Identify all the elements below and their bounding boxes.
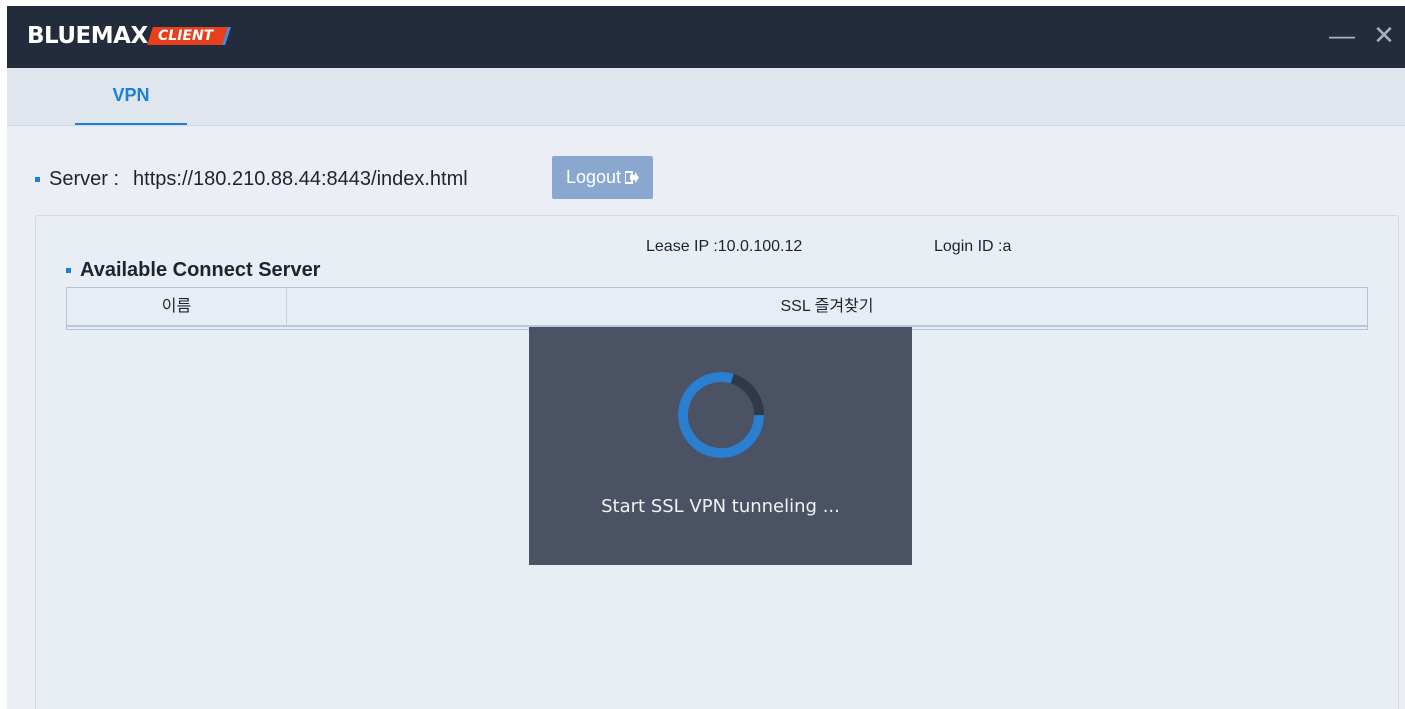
app-logo: BLUEMAX CLIENT xyxy=(27,20,231,52)
logo-badge: CLIENT xyxy=(146,27,231,45)
tab-vpn[interactable]: VPN xyxy=(75,68,187,125)
minimize-button[interactable]: — xyxy=(1327,20,1357,50)
logo-badge-text: CLIENT xyxy=(157,28,213,44)
lease-ip: Lease IP :10.0.100.12 xyxy=(646,238,803,255)
tunneling-progress-overlay: Start SSL VPN tunneling ... xyxy=(529,327,912,565)
server-table: 이름 SSL 즐겨찾기 xyxy=(66,287,1368,330)
server-row: Server : https://180.210.88.44:8443/inde… xyxy=(35,166,468,192)
available-connect-server-title: Available Connect Server xyxy=(66,259,320,282)
login-id: Login ID :a xyxy=(934,238,1012,255)
logout-label: Logout xyxy=(565,167,622,187)
loading-spinner-icon xyxy=(678,372,764,458)
panel-title: Available Connect Server xyxy=(80,259,321,281)
tunneling-message: Start SSL VPN tunneling ... xyxy=(601,496,840,517)
logo-text: BLUEMAX xyxy=(27,23,148,49)
close-button[interactable]: ✕ xyxy=(1369,20,1399,50)
bluemax-client-window: BLUEMAX CLIENT — ✕ VPN Server : https://… xyxy=(7,6,1405,709)
column-header-ssl-favorites[interactable]: SSL 즐겨찾기 xyxy=(287,288,1367,325)
logout-icon xyxy=(624,171,640,186)
bullet-icon xyxy=(35,176,40,182)
tab-bar: VPN xyxy=(7,68,1405,126)
server-url: https://180.210.88.44:8443/index.html xyxy=(133,167,468,190)
bullet-icon xyxy=(66,268,71,273)
column-header-name[interactable]: 이름 xyxy=(67,288,287,325)
logout-button[interactable]: Logout xyxy=(552,156,653,199)
server-label: Server : xyxy=(49,167,120,190)
title-bar: BLUEMAX CLIENT — ✕ xyxy=(7,6,1405,68)
table-header: 이름 SSL 즐겨찾기 xyxy=(67,288,1367,327)
